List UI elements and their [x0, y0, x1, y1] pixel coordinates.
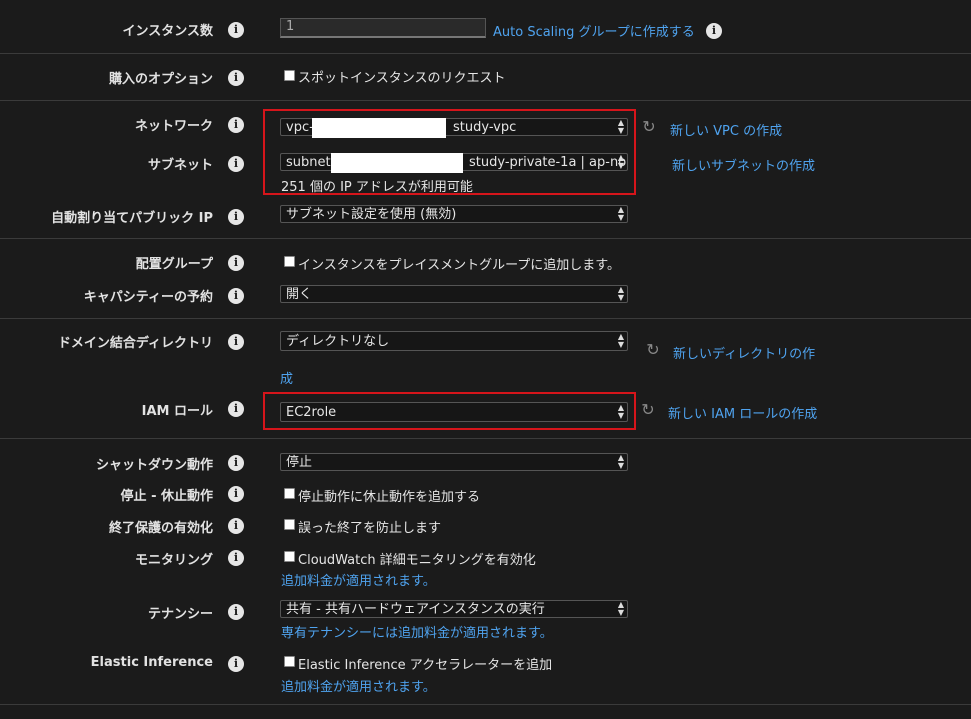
info-icon[interactable]: i	[228, 117, 244, 133]
updown-arrow-icon: ▲ ▼	[617, 600, 624, 617]
network-label: ネットワーク	[134, 119, 213, 134]
info-icon[interactable]: i	[228, 209, 244, 225]
updown-arrow-icon: ▲ ▼	[617, 285, 624, 302]
elastic-checkbox[interactable]	[284, 656, 295, 667]
instances-label: インスタンス数	[122, 24, 213, 39]
tenancy-cost-link[interactable]: 専有テナンシーには追加料金が適用されます。	[281, 622, 553, 641]
capacity-label: キャパシティーの予約	[83, 290, 213, 305]
new-iam-role-link[interactable]: 新しい IAM ロールの作成	[668, 403, 817, 422]
hibernate-checkbox-label: 停止動作に休止動作を追加する	[298, 490, 481, 505]
subnet-label: サブネット	[147, 158, 213, 173]
tenancy-value: 共有 - 共有ハードウェアインスタンスの実行	[286, 602, 545, 617]
public-ip-label: 自動割り当てパブリック IP	[51, 211, 213, 226]
updown-arrow-icon: ▲ ▼	[617, 332, 624, 349]
shutdown-value: 停止	[286, 455, 313, 470]
new-subnet-link[interactable]: 新しいサブネットの作成	[672, 155, 815, 174]
spot-checkbox-label: スポットインスタンスのリクエスト	[298, 71, 506, 86]
refresh-icon[interactable]: ↻	[639, 401, 657, 419]
info-icon[interactable]: i	[228, 604, 244, 620]
monitoring-cost-link[interactable]: 追加料金が適用されます。	[281, 570, 436, 589]
elastic-checkbox-label: Elastic Inference アクセラレーターを追加	[298, 658, 553, 673]
termination-checkbox[interactable]	[284, 519, 295, 530]
monitoring-checkbox-label: CloudWatch 詳細モニタリングを有効化	[298, 553, 536, 568]
termination-label: 終了保護の有効化	[108, 521, 213, 536]
info-icon[interactable]: i	[228, 288, 244, 304]
divider	[0, 318, 971, 319]
domain-value: ディレクトリなし	[286, 334, 390, 349]
tenancy-select[interactable]: 共有 - 共有ハードウェアインスタンスの実行 ▲ ▼	[280, 600, 628, 618]
divider	[0, 438, 971, 439]
info-icon[interactable]: i	[228, 401, 244, 417]
updown-arrow-icon: ▲ ▼	[617, 453, 624, 470]
info-icon[interactable]: i	[228, 22, 244, 38]
iam-label: IAM ロール	[141, 404, 213, 419]
capacity-value: 開く	[286, 287, 313, 302]
elastic-label: Elastic Inference	[90, 655, 213, 670]
tenancy-label: テナンシー	[147, 607, 213, 622]
monitoring-checkbox[interactable]	[284, 551, 295, 562]
info-icon[interactable]: i	[228, 334, 244, 350]
termination-checkbox-label: 誤った終了を防止します	[298, 521, 442, 536]
public-ip-select[interactable]: サブネット設定を使用 (無効) ▲ ▼	[280, 205, 628, 223]
info-icon[interactable]: i	[228, 656, 244, 672]
info-icon[interactable]: i	[228, 70, 244, 86]
placement-checkbox[interactable]	[284, 256, 295, 267]
capacity-select[interactable]: 開く ▲ ▼	[280, 285, 628, 303]
divider	[0, 53, 971, 54]
domain-label: ドメイン結合ディレクトリ	[57, 336, 213, 351]
new-vpc-link[interactable]: 新しい VPC の作成	[670, 120, 782, 139]
purchase-label: 購入のオプション	[108, 72, 213, 87]
new-directory-link[interactable]: 新しいディレクトリの作	[673, 343, 815, 362]
divider	[0, 704, 971, 705]
placement-checkbox-label: インスタンスをプレイスメントグループに追加します。	[298, 258, 621, 273]
updown-arrow-icon: ▲ ▼	[617, 205, 624, 222]
placement-label: 配置グループ	[135, 257, 213, 272]
refresh-icon[interactable]: ↻	[644, 341, 662, 359]
shutdown-select[interactable]: 停止 ▲ ▼	[280, 453, 628, 471]
hibernate-checkbox[interactable]	[284, 488, 295, 499]
shutdown-label: シャットダウン動作	[95, 458, 213, 473]
refresh-icon[interactable]: ↻	[640, 118, 658, 136]
highlight-box-iam	[263, 392, 636, 430]
info-icon[interactable]: i	[228, 550, 244, 566]
divider	[0, 100, 971, 101]
info-icon[interactable]: i	[228, 486, 244, 502]
info-icon[interactable]: i	[228, 255, 244, 271]
spot-checkbox[interactable]	[284, 70, 295, 81]
new-directory-link-cont[interactable]: 成	[280, 368, 293, 387]
instance-count-input[interactable]: 1	[280, 18, 486, 38]
info-icon[interactable]: i	[706, 23, 722, 39]
public-ip-value: サブネット設定を使用 (無効)	[286, 207, 457, 222]
divider	[0, 238, 971, 239]
auto-scaling-link[interactable]: Auto Scaling グループに作成する	[493, 21, 695, 40]
domain-select[interactable]: ディレクトリなし ▲ ▼	[280, 331, 628, 351]
elastic-cost-link[interactable]: 追加料金が適用されます。	[281, 676, 436, 695]
highlight-box-network	[263, 109, 636, 195]
info-icon[interactable]: i	[228, 518, 244, 534]
stop-hibernate-label: 停止 - 休止動作	[120, 489, 213, 504]
monitoring-label: モニタリング	[134, 553, 213, 568]
info-icon[interactable]: i	[228, 455, 244, 471]
info-icon[interactable]: i	[228, 156, 244, 172]
